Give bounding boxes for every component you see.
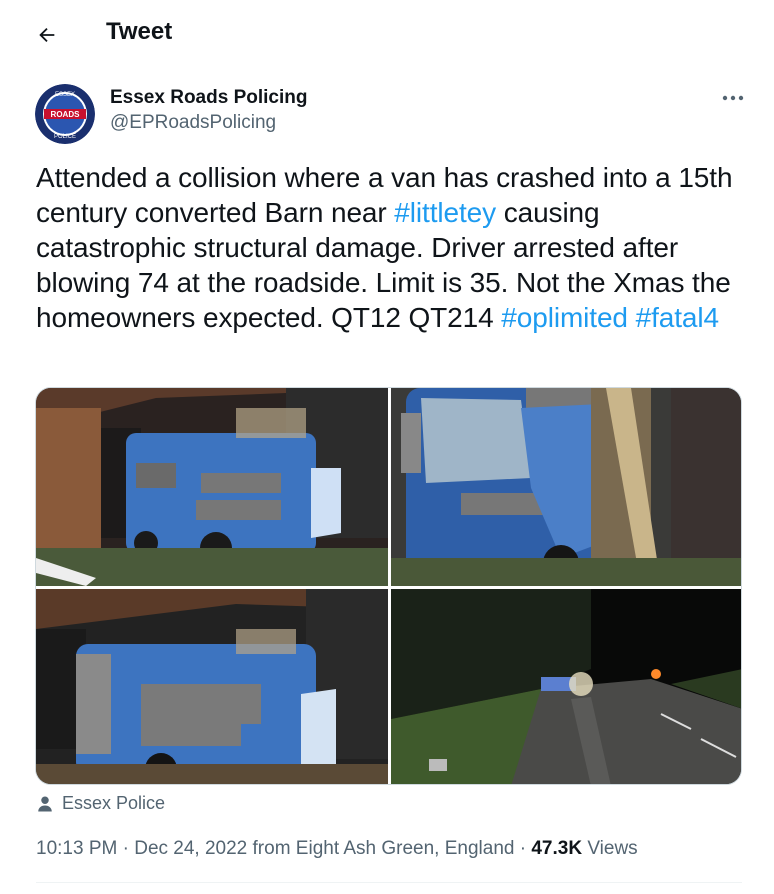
tweet-text-part: [628, 302, 636, 333]
person-icon: [38, 796, 52, 811]
media-grid: [35, 387, 742, 785]
hashtag-link[interactable]: #littletey: [394, 197, 496, 228]
avatar-bottom-text: POLICE: [54, 134, 76, 140]
hashtag-link[interactable]: #fatal4: [636, 302, 719, 333]
photo-van-barn-side[interactable]: [36, 589, 388, 784]
tweet-time[interactable]: 10:13 PM: [36, 838, 117, 859]
tweet-date[interactable]: Dec 24, 2022: [134, 838, 247, 859]
divider: [36, 882, 742, 883]
views-label: Views: [582, 838, 638, 859]
tweet-location: from Eight Ash Green, England: [247, 838, 515, 859]
tweet-text: Attended a collision where a van has cra…: [36, 160, 746, 335]
avatar[interactable]: ROADS ESSEX POLICE: [35, 84, 95, 144]
tweet-text-part: Attended a collision where a van has cra…: [36, 162, 733, 228]
tagged-label: Essex Police: [62, 793, 166, 813]
views-count: 47.3K: [531, 838, 583, 859]
author-handle[interactable]: @EPRoadsPolicing: [110, 112, 276, 134]
tagged-account[interactable]: Essex Police: [36, 793, 165, 814]
avatar-mid-text: ROADS: [51, 110, 81, 119]
header: Tweet: [0, 0, 774, 70]
photo-van-barn-night[interactable]: [36, 388, 388, 586]
back-button[interactable]: [30, 18, 64, 52]
more-button[interactable]: [716, 84, 750, 112]
photo-van-cab-wreckage[interactable]: [391, 388, 741, 586]
tweet-meta: 10:13 PM · Dec 24, 2022 from Eight Ash G…: [36, 838, 638, 860]
arrow-left-icon: [39, 27, 55, 43]
page-title: Tweet: [106, 18, 173, 45]
meta-separator: ·: [117, 838, 135, 859]
meta-separator: ·: [514, 838, 532, 859]
hashtag-link[interactable]: #oplimited: [501, 302, 628, 333]
more-options-icon: [722, 95, 744, 101]
avatar-top-text: ESSEX: [55, 92, 75, 98]
photo-night-road[interactable]: [391, 589, 741, 784]
author-name[interactable]: Essex Roads Policing: [110, 87, 307, 109]
